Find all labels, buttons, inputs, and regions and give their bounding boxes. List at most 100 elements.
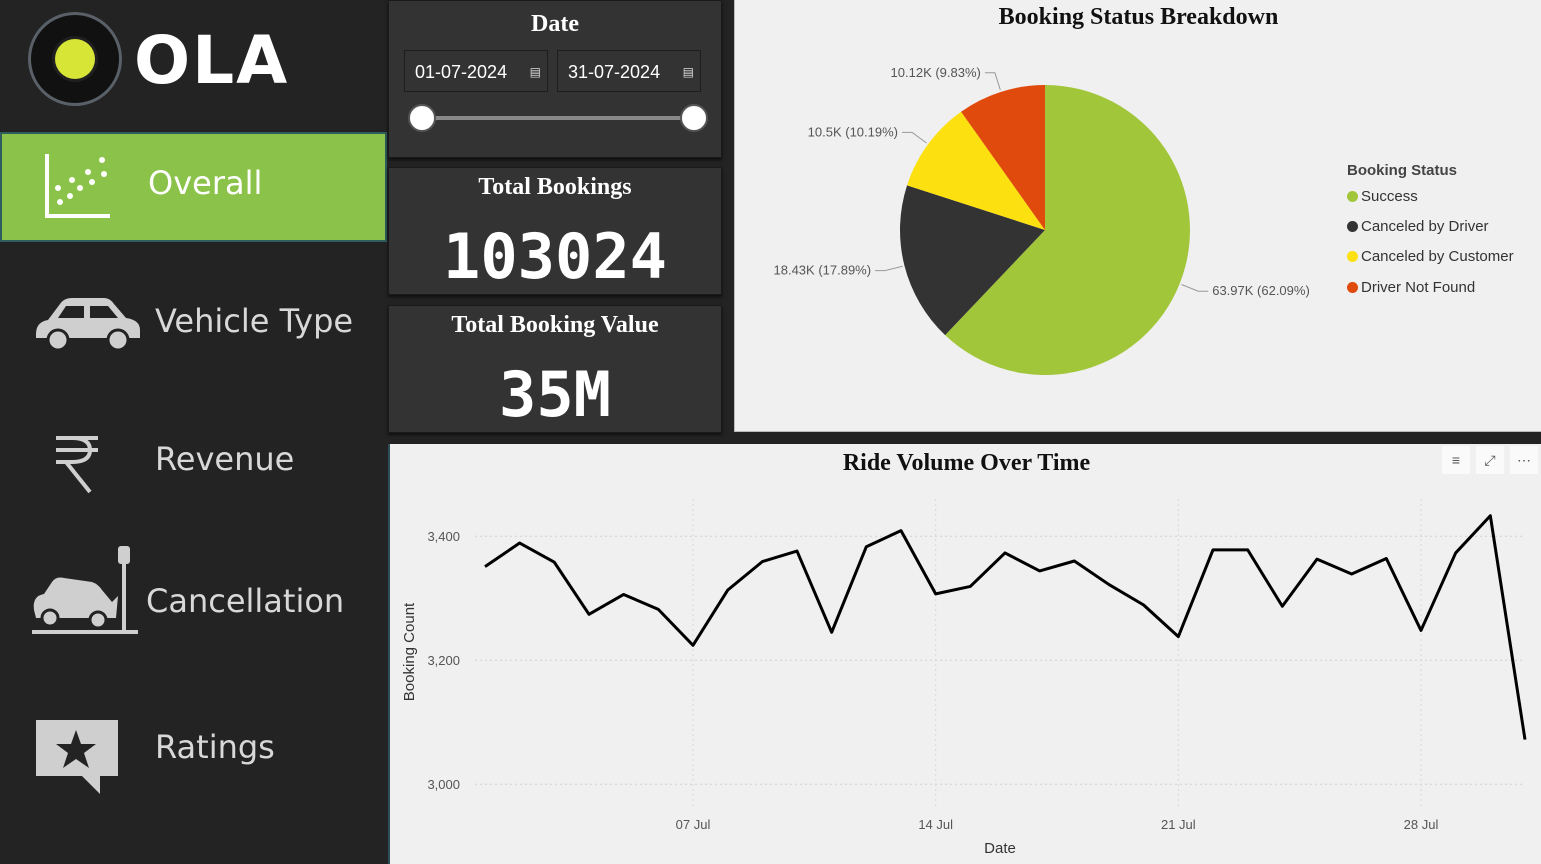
total-bookings-value: 103024 <box>443 220 667 293</box>
filter-icon[interactable]: ≡ <box>1442 446 1470 474</box>
start-date-value: 01-07-2024 <box>415 62 508 82</box>
end-date-input[interactable]: 31-07-2024 ▤ <box>557 50 701 92</box>
pie-leader-line <box>902 131 927 144</box>
legend-item-success[interactable]: Success <box>1347 188 1418 205</box>
legend-dot <box>1347 191 1358 202</box>
rupee-icon <box>56 436 98 494</box>
total-booking-value-card: Total Booking Value 35M <box>388 305 722 433</box>
nav-item-ratings[interactable]: Ratings <box>0 690 387 796</box>
data-point[interactable] <box>794 548 800 554</box>
sidebar: OLA Overall Vehicle Type Revenue Cancell… <box>0 0 387 864</box>
data-point[interactable] <box>1314 556 1320 562</box>
legend-label: Success <box>1361 188 1418 205</box>
data-point[interactable] <box>1279 603 1285 609</box>
data-point[interactable] <box>1418 627 1424 633</box>
pie-leader-line <box>984 72 1001 91</box>
nav-label-ratings: Ratings <box>155 728 275 766</box>
data-point[interactable] <box>1210 547 1216 553</box>
data-point[interactable] <box>1245 547 1251 553</box>
nav-item-cancellation[interactable]: Cancellation <box>0 540 387 646</box>
car-icon <box>36 298 140 352</box>
y-tick-label: 3,400 <box>427 529 460 544</box>
car-crash-icon <box>32 546 138 634</box>
total-bookings-title: Total Bookings <box>478 174 632 200</box>
x-axis-label: Date <box>984 840 1016 857</box>
scatter-chart-icon <box>45 154 110 218</box>
ola-logo: OLA <box>28 12 318 112</box>
legend-label: Canceled by Customer <box>1361 248 1514 265</box>
calendar-icon[interactable]: ▤ <box>683 51 694 93</box>
data-point[interactable] <box>1487 513 1493 519</box>
more-options-icon[interactable]: ⋯ <box>1510 446 1538 474</box>
data-point[interactable] <box>1002 550 1008 556</box>
legend-label: Canceled by Driver <box>1361 218 1489 235</box>
data-point[interactable] <box>1037 568 1043 574</box>
data-point[interactable] <box>655 606 661 612</box>
data-point[interactable] <box>551 559 557 565</box>
booking-status-pie: 63.97K (62.09%) 18.43K (17.89%) 10.5K (10.… <box>774 65 1310 375</box>
legend-dot <box>1347 251 1358 262</box>
total-booking-value-title: Total Booking Value <box>451 312 659 338</box>
data-point[interactable] <box>967 583 973 589</box>
legend-label: Driver Not Found <box>1361 279 1476 296</box>
data-point[interactable] <box>933 591 939 597</box>
nav-label-cancellation: Cancellation <box>146 582 345 620</box>
data-point[interactable] <box>1349 571 1355 577</box>
ride-volume-panel: Ride Volume Over Time 3,000 3,200 3,400 07 … <box>388 444 1541 864</box>
data-point[interactable] <box>1522 737 1528 743</box>
pie-data-label: 18.43K (17.89%) <box>774 263 872 278</box>
pie-data-label: 10.12K (9.83%) <box>891 65 981 80</box>
data-point[interactable] <box>1383 556 1389 562</box>
date-range-slider[interactable] <box>422 116 694 120</box>
data-point[interactable] <box>621 591 627 597</box>
slider-handle-start[interactable] <box>408 104 436 132</box>
nav-label-revenue: Revenue <box>155 440 295 478</box>
data-point[interactable] <box>1071 558 1077 564</box>
data-point[interactable] <box>1106 582 1112 588</box>
y-tick-label: 3,200 <box>427 653 460 668</box>
data-point[interactable] <box>517 540 523 546</box>
legend-item-canceled-customer[interactable]: Canceled by Customer <box>1347 248 1514 265</box>
data-point[interactable] <box>1141 602 1147 608</box>
start-date-input[interactable]: 01-07-2024 ▤ <box>404 50 548 92</box>
ride-volume-line-chart: 3,000 3,200 3,400 07 Jul 14 Jul 21 Jul 28 Jul D… <box>401 499 1528 857</box>
pie-legend-title: Booking Status <box>1347 162 1458 179</box>
star-chat-icon <box>36 720 118 794</box>
data-point[interactable] <box>586 611 592 617</box>
legend-item-canceled-driver[interactable]: Canceled by Driver <box>1347 218 1489 235</box>
data-point[interactable] <box>482 564 488 570</box>
end-date-value: 31-07-2024 <box>568 62 661 82</box>
data-point[interactable] <box>863 544 869 550</box>
legend-dot <box>1347 221 1358 232</box>
ride-volume-series-line[interactable] <box>484 514 1527 740</box>
ola-logo-circle <box>28 12 122 106</box>
total-booking-value-amount: 35M <box>499 358 611 431</box>
nav-label-overall: Overall <box>148 164 263 202</box>
x-tick-label: 21 Jul <box>1161 817 1196 832</box>
data-point[interactable] <box>829 629 835 635</box>
date-filter-title: Date <box>531 11 579 37</box>
pie-leader-line <box>875 265 903 272</box>
x-tick-label: 14 Jul <box>918 817 953 832</box>
nav-item-revenue[interactable]: Revenue <box>0 408 387 514</box>
data-point[interactable] <box>1453 550 1459 556</box>
data-point[interactable] <box>1175 634 1181 640</box>
total-bookings-card: Total Bookings 103024 <box>388 167 722 295</box>
data-point[interactable] <box>759 559 765 565</box>
slider-handle-end[interactable] <box>680 104 708 132</box>
calendar-icon[interactable]: ▤ <box>530 51 541 93</box>
data-point[interactable] <box>898 528 904 534</box>
data-point[interactable] <box>725 587 731 593</box>
booking-status-panel: Booking Status Breakdown 63.97K (62.09%)… <box>734 0 1541 432</box>
x-tick-label: 28 Jul <box>1404 817 1439 832</box>
legend-item-driver-not-found[interactable]: Driver Not Found <box>1347 279 1475 296</box>
pie-leader-line <box>1181 284 1209 292</box>
y-axis-label: Booking Count <box>401 602 418 701</box>
focus-mode-icon[interactable]: ⤢ <box>1476 446 1504 474</box>
y-tick-label: 3,000 <box>427 777 460 792</box>
nav-item-overall[interactable]: Overall <box>0 132 387 242</box>
brand-name: OLA <box>134 22 290 99</box>
nav-item-vehicle-type[interactable]: Vehicle Type <box>0 268 387 374</box>
x-tick-label: 07 Jul <box>676 817 711 832</box>
data-point[interactable] <box>690 642 696 648</box>
